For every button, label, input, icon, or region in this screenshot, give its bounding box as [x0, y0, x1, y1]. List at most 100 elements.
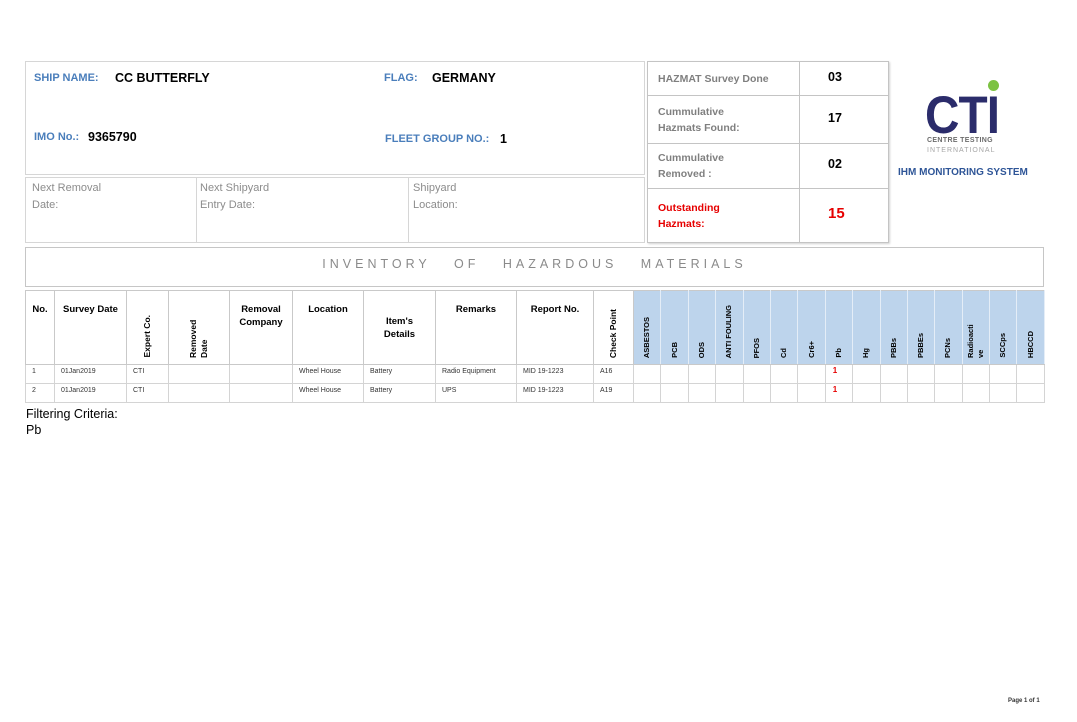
cell-asbestos: [632, 383, 662, 403]
cell-pbbes: [906, 383, 936, 403]
column-header-removed-date-label: Removed Date: [188, 319, 209, 358]
filter-criteria-value: Pb: [26, 423, 42, 437]
hazmat-header-label: PCNs: [943, 337, 953, 358]
column-header-anti-fouling: ANTI FOULING: [715, 290, 744, 365]
hazmat-header-label: Cd: [779, 348, 789, 358]
column-header-cd: Cd: [769, 290, 799, 365]
cell-cr6: [797, 383, 826, 403]
column-header-expert-co-label: Expert Co.: [142, 315, 152, 358]
table-header: No. Survey Date Expert Co. Removed Date …: [25, 290, 1045, 365]
cell-report-no: MID 19-1223: [516, 383, 594, 403]
survey-done-value: 03: [799, 61, 889, 96]
ship-name-value: CC BUTTERFLY: [115, 71, 210, 85]
summary-row-hazmats-found: Cummulative Hazmats Found: 17: [647, 95, 889, 144]
cell-item-details: Battery: [363, 364, 436, 384]
logo-subtitle-line1: CENTRE TESTING: [927, 137, 993, 144]
column-header-pbbes: PBBEs: [906, 290, 936, 365]
column-header-no: No.: [25, 290, 55, 365]
page-number: Page 1 of 1: [1008, 698, 1040, 704]
summary-label-cell: Cummulative Removed :: [647, 143, 800, 189]
fleet-group-label: FLEET GROUP NO.:: [385, 133, 490, 145]
cell-no: 1: [25, 364, 55, 384]
hazmat-header-label: ODS: [696, 341, 706, 358]
hazmat-header-label: Pb: [833, 348, 843, 358]
shipyard-location-label: Shipyard Location:: [413, 182, 458, 211]
column-header-survey-date: Survey Date: [54, 290, 127, 365]
cell-pfos: [742, 364, 771, 384]
summary-row-outstanding: Outstanding Hazmats: 15: [647, 188, 889, 243]
cell-expert-co: CTI: [126, 383, 169, 403]
hazmat-summary-body: HAZMAT Survey Done 03 Cummulative Hazmat…: [647, 61, 889, 243]
column-header-pfos: PFOS: [742, 290, 771, 365]
cell-pbbes: [906, 364, 936, 384]
cell-report-no: MID 19-1223: [516, 364, 594, 384]
cell-anti-fouling: [715, 364, 744, 384]
logo-subtitle-line2: INTERNATIONAL: [927, 147, 996, 154]
flag-label: FLAG:: [384, 72, 418, 84]
system-name: IHM MONITORING SYSTEM: [898, 167, 1028, 178]
column-header-hg: Hg: [852, 290, 881, 365]
shipyard-location-cell: Shipyard Location:: [409, 178, 644, 242]
cell-cd: [769, 364, 799, 384]
cell-hbccd: [1016, 364, 1045, 384]
summary-label-cell: Cummulative Hazmats Found:: [647, 95, 800, 144]
ship-info-panel: SHIP NAME: CC BUTTERFLY FLAG: GERMANY IM…: [25, 61, 645, 175]
hazmat-inventory-table: No. Survey Date Expert Co. Removed Date …: [25, 290, 1045, 403]
cell-item-details: Battery: [363, 383, 436, 403]
next-shipyard-cell: Next Shipyard Entry Date:: [197, 178, 409, 242]
imo-value: 9365790: [88, 130, 137, 144]
cell-pfos: [742, 383, 771, 403]
column-header-item-details-label: Item's Details: [383, 315, 416, 340]
cell-removal-company: [229, 364, 293, 384]
report-title: INVENTORY OF HAZARDOUS MATERIALS: [322, 257, 747, 271]
table-body: 1 01Jan2019 CTI Wheel House Battery Radi…: [25, 364, 1045, 403]
company-logo: CTI: [925, 86, 1000, 145]
hazmat-header-label: PBBEs: [916, 332, 926, 358]
fleet-group-value: 1: [500, 132, 507, 146]
cell-pbbs: [879, 383, 908, 403]
summary-row-survey-done: HAZMAT Survey Done 03: [647, 61, 889, 96]
hazmat-header-label: Radioactive: [965, 324, 985, 358]
cell-removed-date: [168, 364, 230, 384]
cell-radioactive: [961, 364, 991, 384]
cell-location: Wheel House: [292, 383, 364, 403]
summary-label-cell: HAZMAT Survey Done: [647, 61, 800, 96]
cell-check-point: A16: [593, 364, 634, 384]
filter-criteria-label: Filtering Criteria:: [26, 407, 118, 421]
cell-sccps: [989, 364, 1018, 384]
cell-ods: [687, 383, 717, 403]
cell-radioactive: [961, 383, 991, 403]
hazmats-found-label: Cummulative Hazmats Found:: [658, 105, 740, 134]
column-header-removal-company: Removal Company: [229, 290, 293, 365]
cell-remarks: UPS: [435, 383, 517, 403]
next-shipyard-entry-date-label: Next Shipyard Entry Date:: [200, 182, 270, 211]
table-row: 1 01Jan2019 CTI Wheel House Battery Radi…: [25, 364, 1045, 384]
column-header-location: Location: [292, 290, 364, 365]
hazmat-header-label: HBCCD: [1025, 330, 1035, 358]
column-header-pcns: PCNs: [934, 290, 963, 365]
cell-ods: [687, 364, 717, 384]
cell-hg: [852, 383, 881, 403]
hazmats-found-value: 17: [799, 95, 889, 144]
cell-remarks: Radio Equipment: [435, 364, 517, 384]
cell-removal-company: [229, 383, 293, 403]
column-header-pb: Pb: [824, 290, 854, 365]
column-header-report-no: Report No.: [516, 290, 594, 365]
next-removal-date-label: Next Removal Date:: [32, 182, 102, 211]
survey-done-label: HAZMAT Survey Done: [658, 72, 769, 85]
cell-survey-date: 01Jan2019: [54, 383, 127, 403]
cell-cd: [769, 383, 799, 403]
hazmat-header-label: ANTI FOULING: [724, 304, 734, 358]
column-header-removed-date: Removed Date: [168, 290, 230, 365]
column-header-expert-co: Expert Co.: [126, 290, 169, 365]
cell-hbccd: [1016, 383, 1045, 403]
removed-label: Cummulative Removed :: [658, 152, 724, 180]
hazmat-summary-table: HAZMAT Survey Done 03 Cummulative Hazmat…: [647, 61, 889, 243]
cell-cr6: [797, 364, 826, 384]
flag-value: GERMANY: [432, 71, 496, 85]
outstanding-hazmats-label: Outstanding Hazmats:: [658, 201, 720, 230]
column-header-sccps: SCCps: [989, 290, 1018, 365]
filter-criteria: Filtering Criteria: Pb: [26, 406, 118, 438]
cell-survey-date: 01Jan2019: [54, 364, 127, 384]
column-header-cr6: Cr6+: [797, 290, 826, 365]
